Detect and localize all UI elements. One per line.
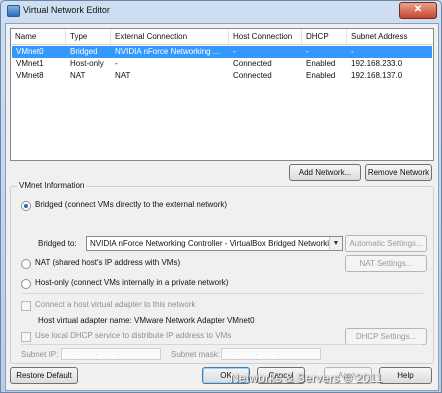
automatic-settings-button[interactable]: Automatic Settings... (345, 235, 427, 252)
nat-settings-button[interactable]: NAT Settings... (345, 255, 427, 272)
cell-external: - (115, 59, 118, 68)
column-host-connection[interactable]: Host Connection (229, 29, 302, 44)
cell-subnet: - (351, 47, 354, 56)
cell-dhcp: Enabled (306, 71, 336, 80)
dhcp-settings-button[interactable]: DHCP Settings... (345, 328, 427, 345)
cell-name: VMnet1 (16, 59, 44, 68)
close-button[interactable]: ✕ (399, 2, 437, 19)
cell-type: Bridged (70, 47, 98, 56)
dialog-body: Name Type External Connection Host Conne… (5, 23, 439, 391)
restore-default-button[interactable]: Restore Default (10, 367, 78, 384)
column-subnet-address[interactable]: Subnet Address (347, 29, 433, 44)
table-row[interactable]: VMnet8 NAT NAT Connected Enabled 192.168… (12, 70, 432, 82)
group-title: VMnet Information (17, 181, 87, 190)
window-title: Virtual Network Editor (23, 5, 110, 15)
remove-network-button[interactable]: Remove Network (365, 164, 432, 181)
vmnet-information-group: VMnet Information Bridged (connect VMs d… (10, 181, 434, 364)
subnet-ip-label: Subnet IP: (21, 350, 59, 359)
bridged-label[interactable]: Bridged (connect VMs directly to the ext… (35, 200, 227, 209)
host-only-label[interactable]: Host-only (connect VMs internally in a p… (35, 278, 228, 287)
cell-host: - (233, 47, 236, 56)
bridged-to-label: Bridged to: (38, 239, 77, 248)
adapter-name-label: Host virtual adapter name: VMware Networ… (38, 316, 255, 325)
table-row[interactable]: VMnet0 Bridged NVIDIA nForce Networking … (12, 46, 432, 58)
divider (21, 344, 423, 345)
column-type[interactable]: Type (66, 29, 111, 44)
subnet-mask-label: Subnet mask: (171, 350, 220, 359)
column-external-connection[interactable]: External Connection (111, 29, 229, 44)
connect-adapter-checkbox[interactable] (21, 301, 31, 311)
table-row[interactable]: VMnet1 Host-only - Connected Enabled 192… (12, 58, 432, 70)
connect-adapter-label[interactable]: Connect a host virtual adapter to this n… (35, 300, 196, 309)
cell-name: VMnet0 (16, 47, 44, 56)
bridged-radio[interactable] (21, 201, 31, 211)
cell-subnet: 192.168.137.0 (351, 71, 403, 80)
bridged-to-select[interactable]: NVIDIA nForce Networking Controller - Vi… (86, 236, 343, 251)
dhcp-checkbox[interactable] (21, 332, 31, 342)
nat-label[interactable]: NAT (shared host's IP address with VMs) (35, 258, 180, 267)
subnet-mask-field[interactable]: . . . (221, 348, 321, 360)
cell-subnet: 192.168.233.0 (351, 59, 403, 68)
add-network-button[interactable]: Add Network... (289, 164, 361, 181)
dialog-window: Virtual Network Editor ✕ Name Type Exter… (0, 0, 442, 393)
watermark-text: Networks & Servers © 2011 (230, 371, 383, 385)
host-only-radio[interactable] (21, 279, 31, 289)
cell-type: Host-only (70, 59, 104, 68)
list-header: Name Type External Connection Host Conne… (11, 29, 433, 45)
title-bar[interactable]: Virtual Network Editor ✕ (1, 1, 441, 19)
network-list[interactable]: Name Type External Connection Host Conne… (10, 28, 434, 161)
subnet-ip-field[interactable]: . . . (61, 348, 161, 360)
column-dhcp[interactable]: DHCP (302, 29, 347, 44)
cell-name: VMnet8 (16, 71, 44, 80)
column-name[interactable]: Name (11, 29, 66, 44)
nat-radio[interactable] (21, 259, 31, 269)
dhcp-label[interactable]: Use local DHCP service to distribute IP … (35, 331, 231, 340)
divider (21, 293, 423, 294)
cell-host: Connected (233, 59, 272, 68)
cell-dhcp: - (306, 47, 309, 56)
cell-external: NAT (115, 71, 131, 80)
network-editor-icon (7, 5, 20, 17)
help-button[interactable]: Help (379, 367, 432, 384)
cell-external: NVIDIA nForce Networking ... (115, 47, 220, 56)
cell-type: NAT (70, 71, 86, 80)
bridged-to-value: NVIDIA nForce Networking Controller - Vi… (90, 239, 332, 248)
chevron-down-icon[interactable]: ▼ (329, 237, 342, 250)
cell-host: Connected (233, 71, 272, 80)
cell-dhcp: Enabled (306, 59, 336, 68)
